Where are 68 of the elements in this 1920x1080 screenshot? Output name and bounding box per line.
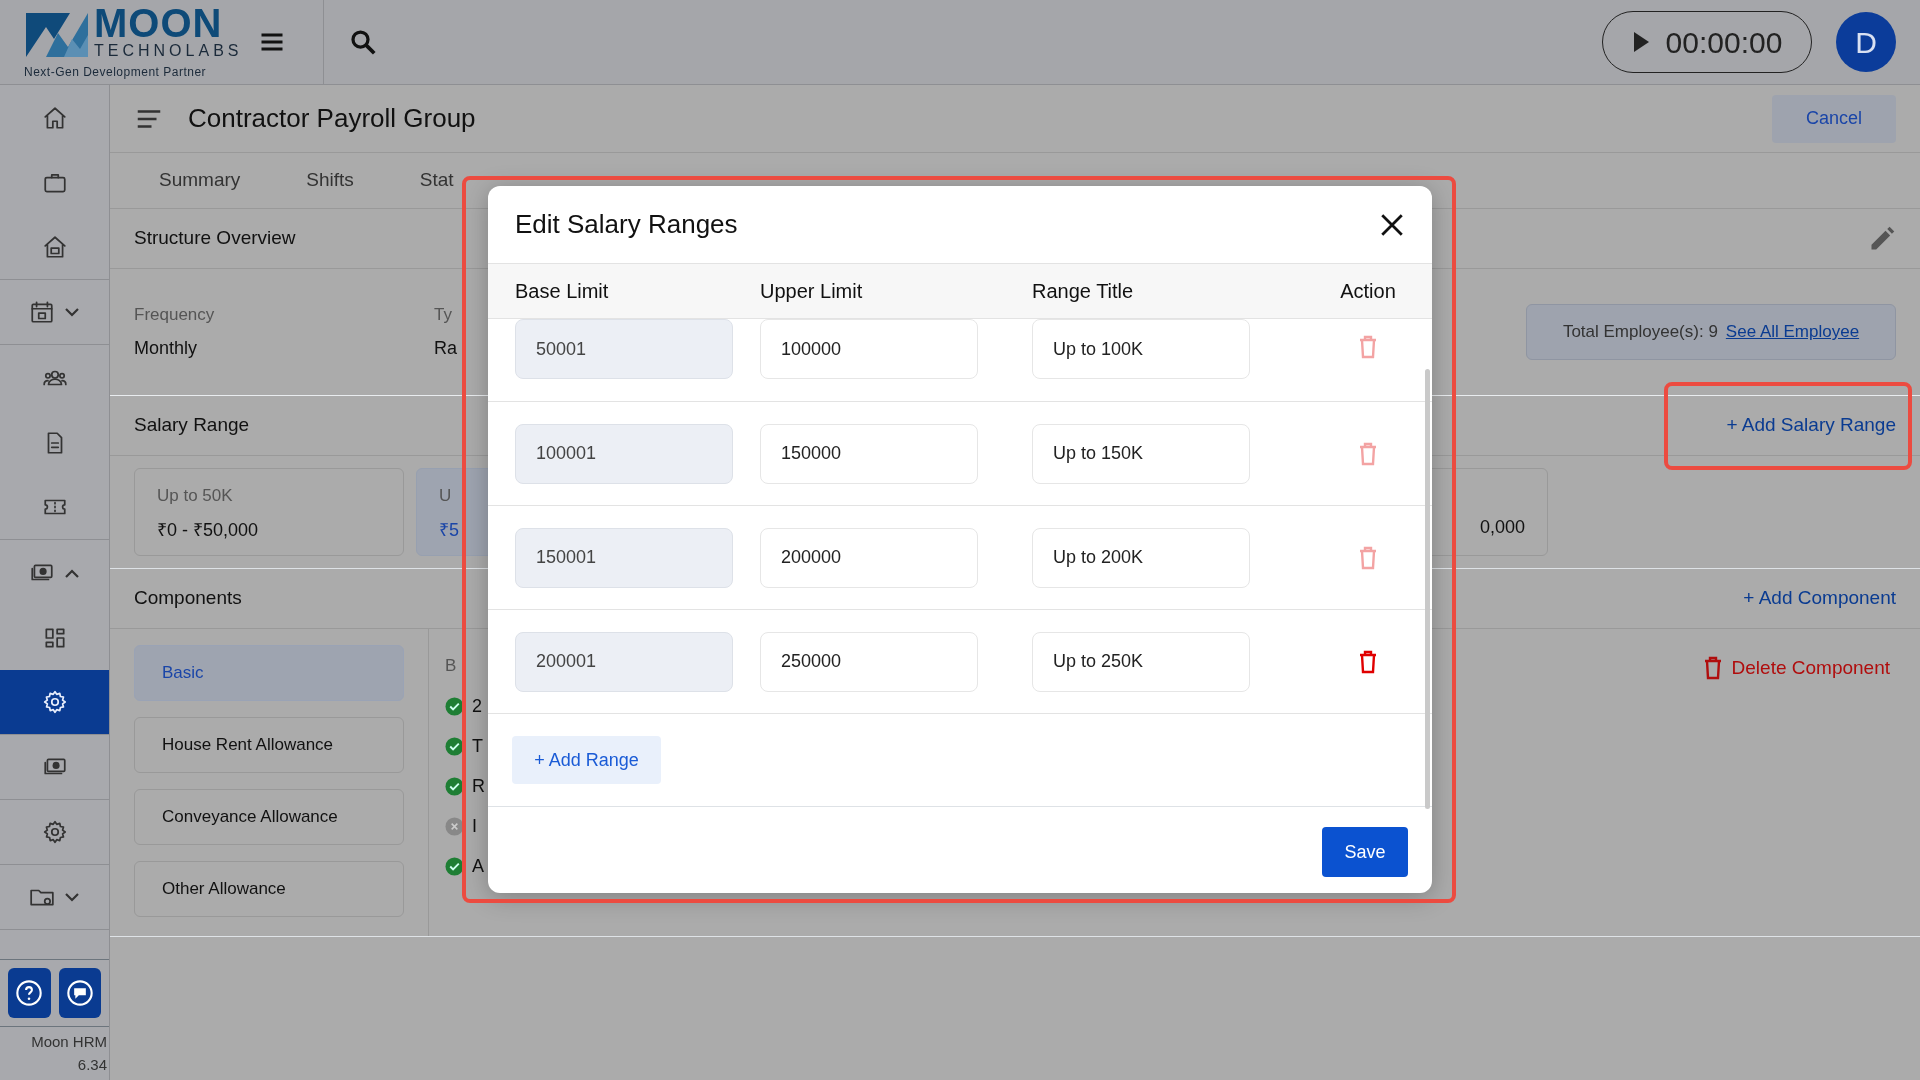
- employee-count: Total Employee(s): 9: [1562, 321, 1718, 344]
- gear-icon: [41, 689, 68, 715]
- help-button[interactable]: [8, 968, 51, 1018]
- see-all-employee-link[interactable]: See All Employee: [1725, 319, 1860, 345]
- sidebar-item[interactable]: [0, 670, 109, 735]
- delete-row-button[interactable]: [1358, 648, 1378, 675]
- gear-icon: [41, 819, 68, 845]
- column-header: Action: [1339, 279, 1397, 304]
- range-title-field[interactable]: Up to 100K: [1032, 319, 1250, 379]
- add-component-button[interactable]: + Add Component: [1737, 583, 1896, 614]
- logo-subname: TECHNOLABS: [94, 43, 243, 59]
- section-title: Components: [134, 586, 242, 611]
- add-salary-range-button[interactable]: + Add Salary Range: [1720, 410, 1896, 441]
- tab[interactable]: Shifts: [273, 166, 387, 195]
- upper-limit-field[interactable]: 150000: [760, 423, 978, 484]
- component-item[interactable]: House Rent Allowance: [134, 717, 404, 773]
- component-item[interactable]: Conveyance Allowance: [134, 789, 404, 845]
- calendar-icon: [28, 299, 55, 325]
- help-icon: [15, 979, 44, 1007]
- logo-name: MOON: [94, 3, 223, 43]
- tab[interactable]: Summary: [126, 166, 274, 195]
- chat-icon: [65, 979, 94, 1007]
- component-item[interactable]: Other Allowance: [134, 861, 404, 917]
- salary-range-card[interactable]: Up to 50K ₹0 - ₹50,000: [134, 468, 404, 556]
- component-rule-text: T: [472, 735, 483, 758]
- range-card-amount: ₹5: [439, 518, 460, 542]
- house-icon: [41, 234, 68, 260]
- play-icon: [1631, 31, 1650, 53]
- column-header: Base Limit: [514, 279, 610, 304]
- logo-tagline: Next-Gen Development Partner: [24, 64, 208, 81]
- section-title: Salary Range: [134, 413, 250, 438]
- trash-icon: [1358, 546, 1378, 571]
- range-card-amount: ₹0 - ₹50,000: [157, 518, 260, 542]
- add-range-button[interactable]: + Add Range: [512, 736, 661, 784]
- trash-icon: [1358, 335, 1378, 360]
- upper-limit-field[interactable]: 250000: [760, 631, 978, 692]
- dialog-title: Edit Salary Ranges: [515, 208, 739, 241]
- page-title: Contractor Payroll Group: [188, 102, 477, 135]
- component-detail-title: B: [445, 655, 457, 677]
- chat-button[interactable]: [58, 968, 101, 1018]
- field-label: Ty: [434, 303, 452, 326]
- range-title-field[interactable]: Up to 250K: [1032, 631, 1250, 692]
- component-rule-text: I: [472, 815, 477, 838]
- range-card-title: Up to 50K: [157, 485, 234, 507]
- field-value: Ra: [434, 337, 457, 361]
- user-avatar[interactable]: D: [1836, 12, 1896, 72]
- trash-icon: [1358, 650, 1378, 675]
- component-rule-text: 2: [472, 695, 482, 718]
- app-name: Moon HRM: [30, 1032, 108, 1052]
- component-rule-text: R: [472, 775, 485, 798]
- component-rule-text: A: [472, 855, 484, 878]
- column-header: Range Title: [1032, 279, 1135, 304]
- app-version: 6.34: [76, 1054, 108, 1075]
- save-button[interactable]: Save: [1322, 827, 1408, 877]
- range-card-title: U: [439, 485, 453, 507]
- range-card-amount: 0,000: [1479, 516, 1525, 539]
- search-icon[interactable]: [348, 27, 378, 57]
- upper-limit-field[interactable]: 100000: [760, 319, 978, 379]
- tab[interactable]: Stat: [386, 166, 487, 195]
- scrollbar[interactable]: [1425, 369, 1430, 809]
- upper-limit-field[interactable]: 200000: [760, 527, 978, 588]
- field-value: Monthly: [134, 337, 198, 361]
- field-label: Frequency: [134, 303, 215, 326]
- column-header: Upper Limit: [760, 279, 864, 304]
- section-title: Structure Overview: [134, 226, 296, 251]
- range-title-field[interactable]: Up to 150K: [1032, 423, 1250, 484]
- range-title-field[interactable]: Up to 200K: [1032, 527, 1250, 588]
- trash-icon: [1358, 442, 1378, 467]
